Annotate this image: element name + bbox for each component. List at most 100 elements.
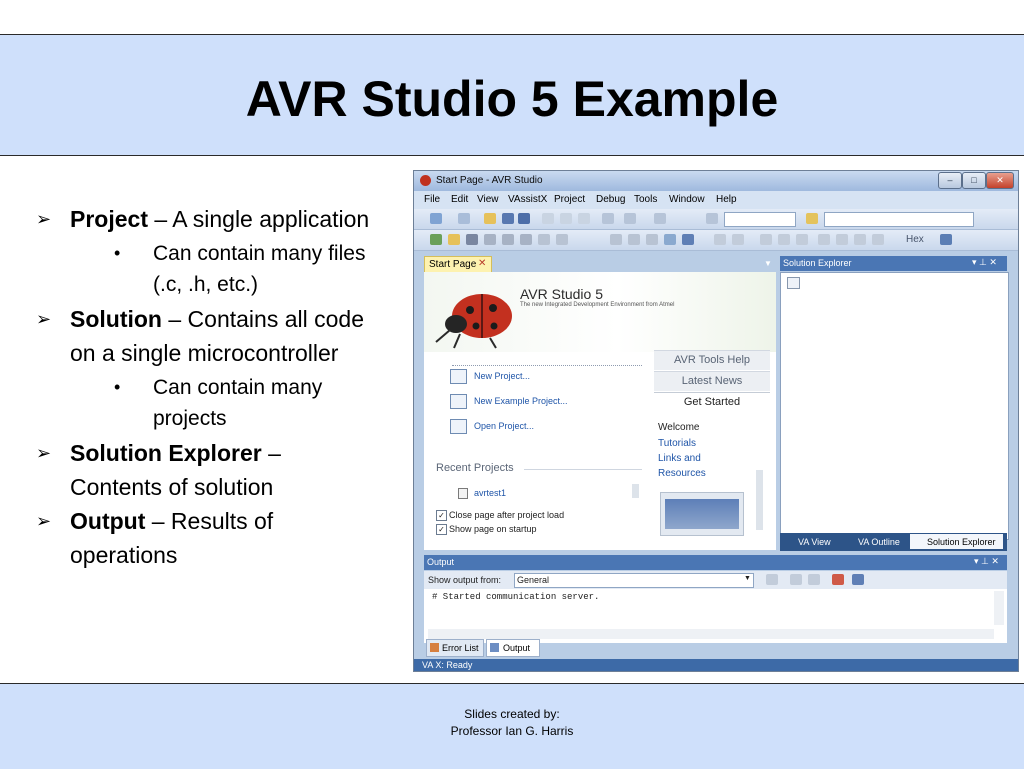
menu-project[interactable]: Project	[554, 194, 585, 205]
window-title: Start Page - AVR Studio	[436, 175, 543, 186]
bullet-arrow-icon: ➢	[36, 209, 52, 229]
menu-tools[interactable]: Tools	[634, 194, 657, 205]
get-started-link-welcome[interactable]: Welcome	[658, 422, 700, 433]
close-icon[interactable]: ✕	[478, 258, 486, 269]
tab-output[interactable]: Output	[486, 639, 540, 657]
indent-icon[interactable]	[836, 234, 848, 245]
va-outline-tab[interactable]: VA Outline	[858, 537, 900, 547]
bullet-item: ➢ Output – Results of operations	[36, 504, 376, 572]
tab-avr-tools-help[interactable]: AVR Tools Help	[654, 350, 770, 370]
indent-icon[interactable]	[818, 234, 830, 245]
get-started-link-tutorials[interactable]: Tutorials	[658, 438, 696, 449]
word-wrap-icon[interactable]	[852, 574, 864, 585]
step-icon[interactable]	[760, 234, 772, 245]
tab-latest-news[interactable]: Latest News	[654, 371, 770, 391]
pin-icon[interactable]: ▾ ⊥ ✕	[974, 556, 999, 567]
window-titlebar: Start Page - AVR Studio – □ ✕	[414, 171, 1018, 191]
properties-icon[interactable]	[787, 277, 800, 289]
start-icon[interactable]	[706, 213, 718, 224]
get-started-link-links[interactable]: Links and	[658, 453, 701, 464]
output-tool-icon[interactable]	[766, 574, 778, 585]
new-example-project-link[interactable]: New Example Project...	[474, 396, 568, 406]
run-icon[interactable]	[714, 234, 726, 245]
tool-icon[interactable]	[664, 234, 676, 245]
tool-icon[interactable]	[556, 234, 568, 245]
solution-config-combo[interactable]	[724, 212, 796, 227]
open-folder-icon[interactable]	[484, 213, 496, 224]
scrollbar[interactable]	[632, 484, 639, 498]
get-started-thumbnail	[660, 492, 744, 536]
tab-error-list[interactable]: Error List	[426, 639, 484, 657]
output-text: # Started communication server.	[432, 592, 600, 602]
tool-icon[interactable]	[628, 234, 640, 245]
save-all-icon[interactable]	[518, 213, 530, 224]
indent-icon[interactable]	[872, 234, 884, 245]
output-tool-icon[interactable]	[808, 574, 820, 585]
step-icon[interactable]	[778, 234, 790, 245]
clear-output-icon[interactable]	[832, 574, 844, 585]
tool-icon[interactable]	[502, 234, 514, 245]
paste-icon[interactable]	[578, 213, 590, 224]
checkbox-close-page[interactable]: ✓	[436, 510, 447, 521]
pin-icon[interactable]: ▾ ⊥ ✕	[972, 257, 997, 268]
maximize-button[interactable]: □	[962, 172, 986, 189]
checkbox-show-startup[interactable]: ✓	[436, 524, 447, 535]
pause-icon[interactable]	[732, 234, 744, 245]
scrollbar[interactable]	[994, 591, 1004, 625]
recent-project-link[interactable]: avrtest1	[474, 488, 506, 498]
indent-icon[interactable]	[854, 234, 866, 245]
menu-debug[interactable]: Debug	[596, 194, 625, 205]
hex-toggle[interactable]: Hex	[906, 234, 924, 245]
brand-tagline: The new Integrated Development Environme…	[520, 302, 675, 308]
open-project-link[interactable]: Open Project...	[474, 421, 534, 431]
find-icon[interactable]	[806, 213, 818, 224]
menu-file[interactable]: File	[424, 194, 440, 205]
add-item-icon[interactable]	[458, 213, 470, 224]
show-output-select[interactable]	[514, 573, 754, 588]
va-view-tab[interactable]: VA View	[798, 537, 831, 547]
cut-icon[interactable]	[542, 213, 554, 224]
new-project-link[interactable]: New Project...	[474, 371, 530, 381]
tab-label: Output	[503, 643, 531, 653]
dropdown-arrow-icon[interactable]: ▼	[744, 575, 751, 582]
scrollbar[interactable]	[428, 629, 994, 639]
redo-icon[interactable]	[624, 213, 636, 224]
get-started-link-resources[interactable]: Resources	[658, 468, 706, 479]
menu-edit[interactable]: Edit	[451, 194, 468, 205]
menu-help[interactable]: Help	[716, 194, 737, 205]
brand-title: AVR Studio 5	[520, 286, 604, 302]
step-icon[interactable]	[796, 234, 808, 245]
show-output-value: General	[517, 575, 550, 585]
dropdown-arrow-icon[interactable]: ▼	[764, 259, 772, 268]
chip-icon[interactable]	[466, 234, 478, 245]
close-button[interactable]: ✕	[986, 172, 1014, 189]
tool-icon[interactable]	[520, 234, 532, 245]
tool-icon[interactable]	[538, 234, 550, 245]
find-combo[interactable]	[824, 212, 974, 227]
scrollbar[interactable]	[756, 470, 763, 530]
tab-get-started[interactable]: Get Started	[654, 392, 770, 412]
undo-icon[interactable]	[602, 213, 614, 224]
tool-icon[interactable]	[646, 234, 658, 245]
window-icon[interactable]	[940, 234, 952, 245]
bullet-term: Output	[70, 508, 146, 534]
copy-icon[interactable]	[560, 213, 572, 224]
navigate-icon[interactable]	[654, 213, 666, 224]
save-icon[interactable]	[502, 213, 514, 224]
tool-icon[interactable]	[484, 234, 496, 245]
output-pane: # Started communication server.	[424, 589, 1007, 643]
folder-icon[interactable]	[448, 234, 460, 245]
divider	[452, 365, 642, 366]
minimize-button[interactable]: –	[938, 172, 962, 189]
menu-view[interactable]: View	[477, 194, 499, 205]
menu-window[interactable]: Window	[669, 194, 705, 205]
tool-icon[interactable]	[682, 234, 694, 245]
slide-title: AVR Studio 5 Example	[245, 71, 779, 127]
tool-icon[interactable]	[610, 234, 622, 245]
build-icon[interactable]	[430, 234, 442, 245]
menu-vassistx[interactable]: VAssistX	[508, 194, 547, 205]
bullet-arrow-icon: ➢	[36, 443, 52, 463]
output-tool-icon[interactable]	[790, 574, 802, 585]
new-file-icon[interactable]	[430, 213, 442, 224]
bullet-list: ➢ Project – A single application • Can c…	[36, 202, 376, 572]
